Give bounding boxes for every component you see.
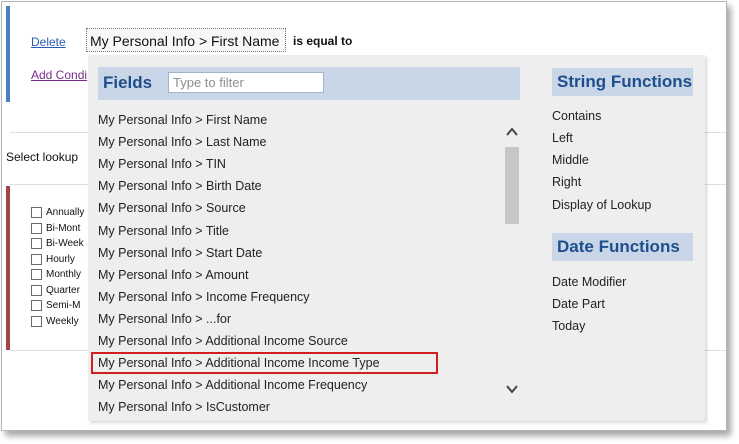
field-item[interactable]: My Personal Info > Additional Income Sou… xyxy=(98,331,348,351)
checkbox[interactable] xyxy=(31,316,42,327)
checkbox[interactable] xyxy=(31,254,42,265)
string-function-item[interactable]: Display of Lookup xyxy=(552,198,651,212)
checkbox[interactable] xyxy=(31,285,42,296)
condition-accent-bar xyxy=(6,6,10,102)
field-item[interactable]: My Personal Info > Amount xyxy=(98,265,248,285)
chevron-up-icon[interactable] xyxy=(505,125,519,139)
date-function-item[interactable]: Today xyxy=(552,319,585,333)
field-item[interactable]: My Personal Info > ...for xyxy=(98,309,231,329)
filter-input[interactable] xyxy=(168,72,324,93)
date-functions-header: Date Functions xyxy=(552,233,693,261)
checkbox[interactable] xyxy=(31,238,42,249)
fields-title: Fields xyxy=(103,73,153,92)
string-function-item[interactable]: Left xyxy=(552,131,573,145)
field-item[interactable]: My Personal Info > First Name xyxy=(98,110,267,130)
string-functions-header: String Functions xyxy=(552,68,693,96)
field-item[interactable]: My Personal Info > Source xyxy=(98,198,246,218)
field-item[interactable]: My Personal Info > Income Frequency xyxy=(98,287,310,307)
lookup-option[interactable]: Bi-Week xyxy=(31,236,84,251)
checkbox[interactable] xyxy=(31,223,42,234)
condition-operator[interactable]: is equal to xyxy=(293,34,352,48)
date-functions-title: Date Functions xyxy=(557,237,680,256)
lookup-option[interactable]: Semi-M xyxy=(31,298,80,313)
field-item[interactable]: My Personal Info > Additional Income Fre… xyxy=(98,375,367,395)
string-function-item[interactable]: Contains xyxy=(552,109,601,123)
field-picker-popup: Fields My Personal Info > First Name My … xyxy=(88,55,705,421)
field-item[interactable]: My Personal Info > TIN xyxy=(98,154,226,174)
string-functions-title: String Functions xyxy=(557,72,693,91)
lookup-option[interactable]: Bi-Mont xyxy=(31,221,80,236)
field-item[interactable]: My Personal Info > Title xyxy=(98,221,229,241)
field-item[interactable]: My Personal Info > Birth Date xyxy=(98,176,262,196)
lookup-option[interactable]: Quarter xyxy=(31,283,80,298)
fields-header: Fields xyxy=(98,67,520,100)
highlight-box xyxy=(91,352,438,374)
delete-link[interactable]: Delete xyxy=(31,35,66,49)
lookup-option[interactable]: Annually xyxy=(31,205,84,220)
string-function-item[interactable]: Right xyxy=(552,175,581,189)
add-condition-link[interactable]: Add Condi xyxy=(31,68,87,82)
condition-field-selector[interactable]: My Personal Info > First Name xyxy=(86,28,286,52)
string-function-item[interactable]: Middle xyxy=(552,153,589,167)
lookup-option[interactable]: Weekly xyxy=(31,314,79,329)
lookup-option[interactable]: Monthly xyxy=(31,267,81,282)
date-function-item[interactable]: Date Part xyxy=(552,297,605,311)
checkbox[interactable] xyxy=(31,269,42,280)
field-item[interactable]: My Personal Info > IsCustomer xyxy=(98,397,270,417)
checkbox[interactable] xyxy=(31,207,42,218)
window-frame: Delete My Personal Info > First Name is … xyxy=(1,1,727,431)
select-lookup-label: Select lookup xyxy=(6,150,79,164)
date-function-item[interactable]: Date Modifier xyxy=(552,275,626,289)
field-item[interactable]: My Personal Info > Start Date xyxy=(98,243,262,263)
lookup-option[interactable]: Hourly xyxy=(31,252,75,267)
checkbox[interactable] xyxy=(31,300,42,311)
chevron-down-icon[interactable] xyxy=(505,382,519,396)
lookup-accent-bar xyxy=(6,186,10,350)
scrollbar-thumb[interactable] xyxy=(505,147,519,224)
field-item[interactable]: My Personal Info > Last Name xyxy=(98,132,266,152)
